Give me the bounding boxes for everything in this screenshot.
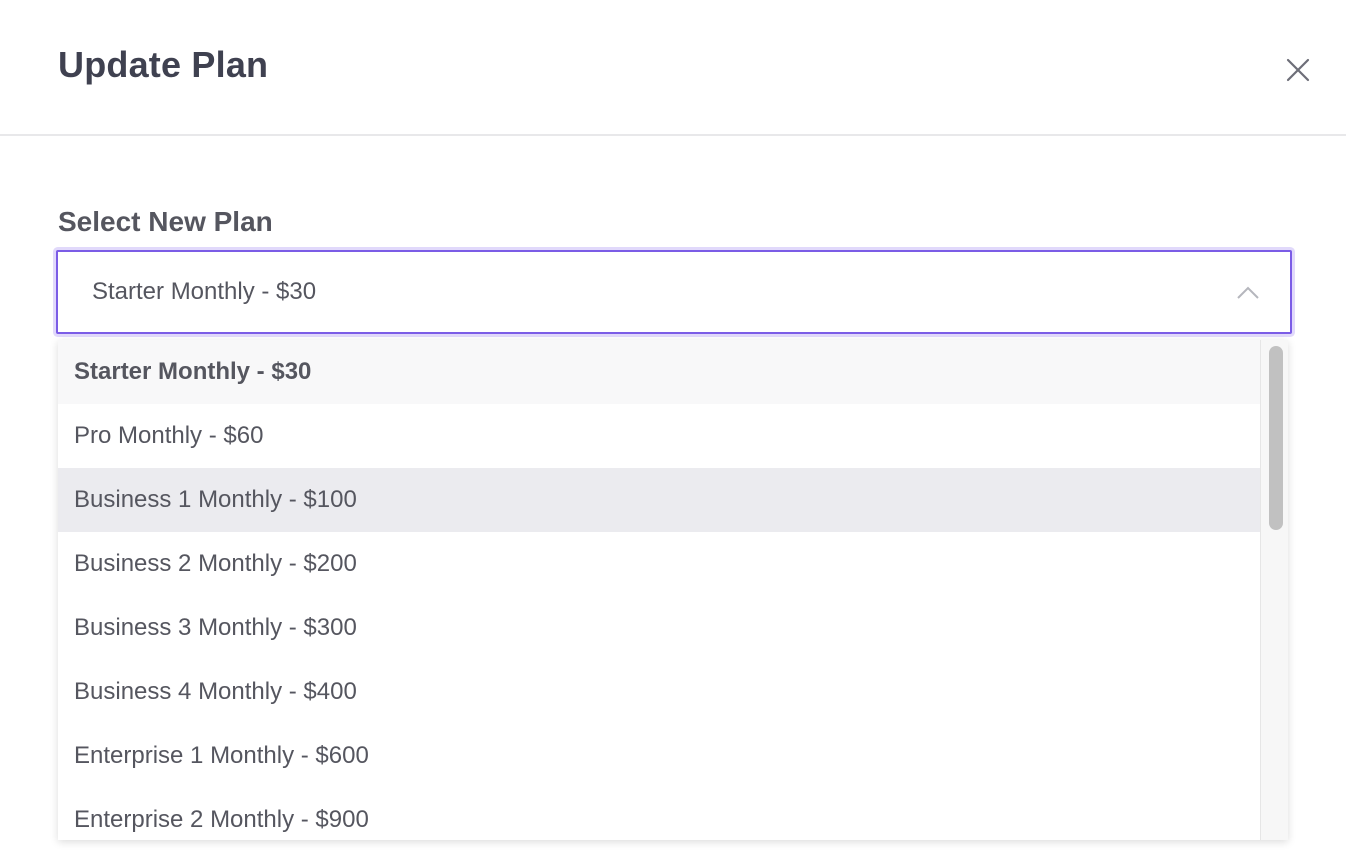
- dropdown-option[interactable]: Business 3 Monthly - $300: [58, 596, 1260, 660]
- dropdown-option[interactable]: Enterprise 1 Monthly - $600: [58, 724, 1260, 788]
- plan-select[interactable]: Starter Monthly - $30: [56, 250, 1292, 334]
- dropdown-option[interactable]: Pro Monthly - $60: [58, 404, 1260, 468]
- dropdown-option[interactable]: Starter Monthly - $30: [58, 340, 1260, 404]
- dropdown-option[interactable]: Business 4 Monthly - $400: [58, 660, 1260, 724]
- dropdown-option[interactable]: Business 2 Monthly - $200: [58, 532, 1260, 596]
- dialog-header: Update Plan: [0, 0, 1346, 136]
- plan-dropdown-list: Starter Monthly - $30 Pro Monthly - $60 Bu…: [58, 340, 1288, 840]
- select-plan-label: Select New Plan: [58, 206, 273, 237]
- dropdown-option[interactable]: Enterprise 2 Monthly - $900: [58, 788, 1260, 840]
- plan-select-value: Starter Monthly - $30: [92, 278, 317, 305]
- dialog-title: Update Plan: [58, 44, 269, 85]
- chevron-up-icon: [1237, 286, 1259, 299]
- scrollbar-thumb[interactable]: [1269, 346, 1283, 530]
- dropdown-option[interactable]: Business 1 Monthly - $100: [58, 468, 1260, 532]
- dropdown-scrollbar[interactable]: [1260, 340, 1288, 840]
- close-icon: [1286, 58, 1310, 82]
- close-button[interactable]: [1284, 56, 1312, 84]
